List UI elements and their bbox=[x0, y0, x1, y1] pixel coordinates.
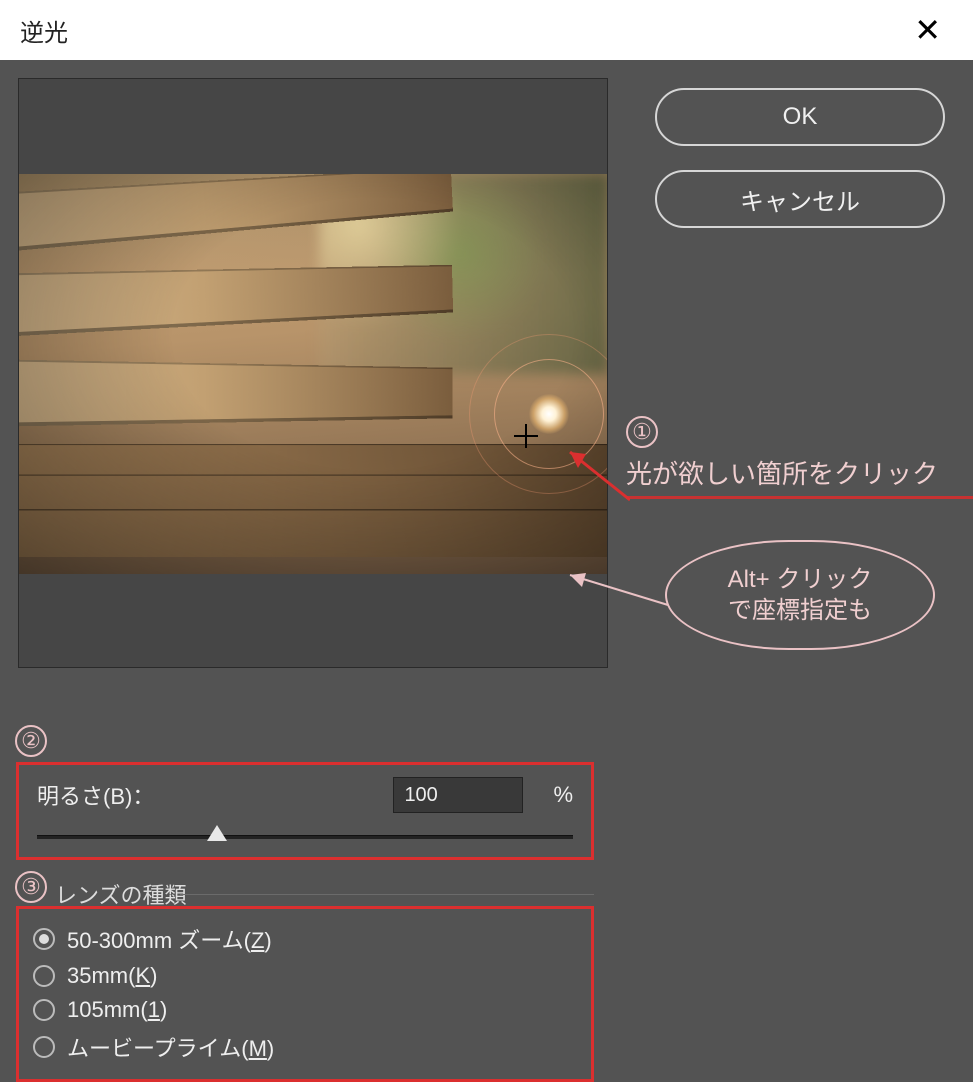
cancel-button[interactable]: キャンセル bbox=[655, 170, 945, 228]
annotation-underline bbox=[626, 496, 973, 499]
vignette bbox=[19, 174, 608, 574]
radio-icon[interactable] bbox=[33, 928, 55, 950]
annotation-bubble: Alt+ クリック で座標指定も bbox=[665, 540, 935, 650]
brightness-group: 明るさ(B)： % bbox=[16, 762, 594, 860]
arrow-pink-icon bbox=[560, 565, 670, 625]
radio-icon[interactable] bbox=[33, 965, 55, 987]
lens-option-label: 35mm(K) bbox=[67, 963, 157, 989]
slider-thumb-icon[interactable] bbox=[207, 825, 227, 841]
lens-option[interactable]: 105mm(1) bbox=[33, 993, 577, 1027]
brightness-input[interactable] bbox=[393, 777, 523, 813]
annotation-step3: ③ bbox=[15, 870, 47, 903]
bubble-line2: で座標指定も bbox=[728, 597, 872, 624]
title-bar: 逆光 ✕ bbox=[0, 0, 973, 60]
close-icon[interactable]: ✕ bbox=[902, 11, 953, 49]
slider-track bbox=[37, 835, 573, 839]
bubble-line1: Alt+ クリック bbox=[728, 566, 873, 593]
step1-text: 光が欲しい箇所をクリック bbox=[626, 454, 938, 491]
lens-type-group: 50-300mm ズーム(Z) 35mm(K) 105mm(1) ムービープライム(M… bbox=[16, 906, 594, 1082]
step1-badge: ① bbox=[626, 416, 658, 448]
brightness-label: 明るさ(B)： bbox=[37, 779, 154, 811]
lens-option[interactable]: 35mm(K) bbox=[33, 959, 577, 993]
brightness-slider[interactable] bbox=[37, 827, 573, 847]
lens-option-label: 50-300mm ズーム(Z) bbox=[67, 923, 272, 955]
radio-icon[interactable] bbox=[33, 1036, 55, 1058]
lens-option[interactable]: ムービープライム(M) bbox=[33, 1027, 577, 1067]
button-column: OK キャンセル bbox=[655, 88, 945, 228]
step3-badge: ③ bbox=[15, 871, 47, 903]
radio-icon[interactable] bbox=[33, 999, 55, 1021]
annotation-step1: ① 光が欲しい箇所をクリック bbox=[626, 415, 938, 491]
annotation-step2: ② bbox=[15, 724, 47, 757]
brightness-unit: % bbox=[553, 782, 573, 808]
lens-option-label: ムービープライム(M) bbox=[67, 1031, 274, 1063]
dialog-title: 逆光 bbox=[20, 13, 68, 48]
dialog-body: OK キャンセル ① 光が欲しい箇所をクリック Alt+ クリック で座標指定も… bbox=[0, 60, 973, 1024]
step2-badge: ② bbox=[15, 725, 47, 757]
preview-panel[interactable] bbox=[18, 78, 608, 668]
lens-option-label: 105mm(1) bbox=[67, 997, 167, 1023]
ok-button[interactable]: OK bbox=[655, 88, 945, 146]
lens-divider bbox=[180, 894, 594, 895]
preview-image[interactable] bbox=[19, 174, 608, 574]
lens-option[interactable]: 50-300mm ズーム(Z) bbox=[33, 919, 577, 959]
